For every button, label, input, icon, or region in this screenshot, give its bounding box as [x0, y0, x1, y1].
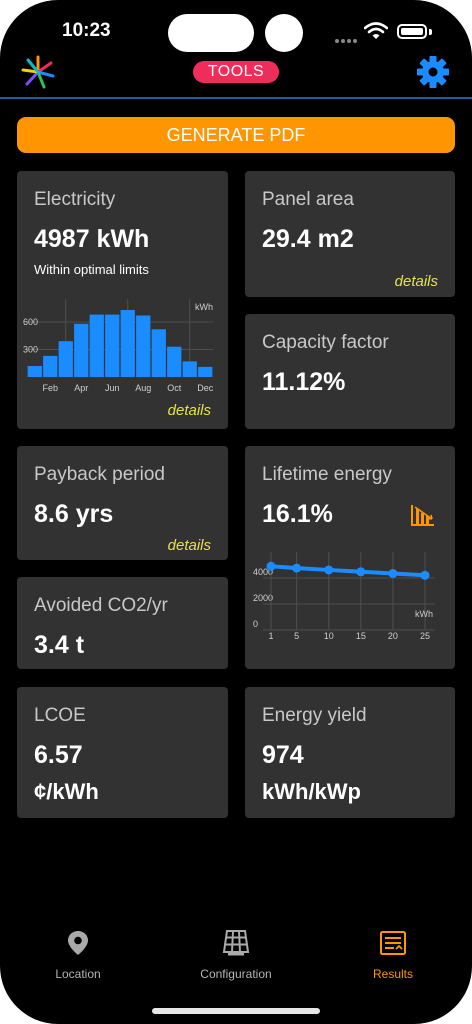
- lifetime-energy-chart: 0200040001 5 10 15 20 25kWh: [253, 552, 435, 641]
- x-tick-label: Oct: [167, 383, 182, 393]
- dynamic-island-camera: [265, 14, 303, 52]
- electricity-chart: 300 600 Feb Apr Jun Aug Oct Dec kWh: [23, 299, 214, 393]
- card-title: LCOE: [34, 705, 86, 726]
- x-tick-label: 5: [294, 631, 299, 641]
- card-title: Avoided CO2/yr: [34, 595, 168, 616]
- battery-icon: [397, 24, 427, 39]
- status-time: 10:23: [62, 20, 111, 41]
- x-tick-label: Aug: [135, 383, 151, 393]
- x-tick-label: 15: [356, 631, 366, 641]
- chart-bar: [198, 366, 213, 377]
- card-value: 4987 kWh: [34, 225, 150, 253]
- cellular-icon: [335, 30, 359, 48]
- chart-bar: [120, 310, 135, 377]
- electricity-card[interactable]: Electricity 4987 kWh Within optimal limi…: [17, 171, 228, 429]
- tools-badge[interactable]: TOOLS: [193, 61, 279, 83]
- card-unit: ¢/kWh: [34, 779, 99, 804]
- tab-location[interactable]: Location: [23, 930, 133, 981]
- tab-label: Results: [372, 967, 413, 981]
- chart-bar: [43, 355, 58, 377]
- chart-bar: [182, 361, 197, 377]
- chart-bar: [136, 315, 151, 377]
- dynamic-island: [168, 14, 254, 52]
- lcoe-card[interactable]: LCOE 6.57 ¢/kWh: [17, 687, 228, 818]
- phone-screen: 10:23 TOOLS GENERATE PDF Electricity 498…: [0, 0, 472, 1024]
- details-link[interactable]: details: [395, 273, 438, 290]
- x-tick-label: Feb: [42, 383, 58, 393]
- card-value: 11.12%: [262, 368, 346, 396]
- x-tick-label: 1: [268, 631, 273, 641]
- x-tick-label: Apr: [74, 383, 88, 393]
- chart-bar: [58, 341, 73, 377]
- x-tick-label: 10: [324, 631, 334, 641]
- tab-bar: Location Configuration Results: [0, 930, 472, 1000]
- y-tick-label: 300: [23, 344, 38, 354]
- header-divider: [0, 97, 472, 99]
- y-tick-label: 600: [23, 317, 38, 327]
- x-tick-label: 20: [388, 631, 398, 641]
- x-tick-label: Dec: [197, 383, 214, 393]
- card-value: 16.1%: [262, 500, 333, 528]
- x-tick-label: 25: [420, 631, 430, 641]
- lifetime-energy-card[interactable]: Lifetime energy 16.1% 0 2000 4000 1 5 10 15 20 2…: [245, 446, 455, 669]
- chart-bar: [27, 365, 42, 377]
- gear-icon[interactable]: [416, 55, 450, 89]
- details-link[interactable]: details: [168, 537, 211, 554]
- wifi-icon: [364, 22, 388, 39]
- x-tick-label: Jun: [105, 383, 120, 393]
- card-value: 6.57: [34, 741, 83, 769]
- card-value: 974: [262, 741, 304, 769]
- data-point: [420, 570, 430, 580]
- data-point: [266, 561, 276, 571]
- chart-bar: [167, 346, 182, 377]
- tab-configuration[interactable]: Configuration: [181, 930, 291, 981]
- data-point: [388, 568, 398, 578]
- data-point: [292, 563, 302, 573]
- app-logo-icon: [21, 55, 55, 89]
- energy-yield-card[interactable]: Energy yield 974 kWh/kWp: [245, 687, 455, 818]
- map-pin-icon: [68, 931, 88, 955]
- card-title: Lifetime energy: [262, 464, 392, 485]
- card-unit: kWh/kWp: [262, 779, 361, 804]
- capacity-factor-card[interactable]: Capacity factor 11.12%: [245, 314, 455, 429]
- data-point: [324, 565, 334, 575]
- card-title: Capacity factor: [262, 332, 389, 353]
- card-title: Panel area: [262, 189, 354, 210]
- battery-tip: [429, 29, 432, 35]
- card-value: 8.6 yrs: [34, 500, 114, 528]
- avoided-co2-card[interactable]: Avoided CO2/yr 3.4 t: [17, 577, 228, 669]
- generate-pdf-button[interactable]: GENERATE PDF: [17, 117, 455, 153]
- details-link[interactable]: details: [168, 402, 211, 419]
- tab-label: Configuration: [200, 967, 272, 981]
- solar-panel-icon: [222, 930, 250, 956]
- axis-unit-label: kWh: [195, 302, 213, 312]
- chart-bar: [105, 314, 120, 377]
- data-point: [356, 567, 366, 577]
- home-indicator: [152, 1008, 320, 1014]
- results-report-icon: [380, 931, 406, 955]
- axis-unit-label: kWh: [415, 609, 433, 619]
- card-title: Electricity: [34, 189, 116, 210]
- y-tick-label: 0: [253, 619, 258, 629]
- payback-period-card[interactable]: Payback period 8.6 yrs details: [17, 446, 228, 560]
- card-value: 3.4 t: [34, 631, 85, 659]
- tab-results[interactable]: Results: [338, 930, 448, 981]
- y-tick-label: 2000: [253, 593, 273, 603]
- panel-area-card[interactable]: Panel area 29.4 m2 details: [245, 171, 455, 297]
- card-title: Payback period: [34, 464, 165, 485]
- card-title: Energy yield: [262, 705, 367, 726]
- card-value: 29.4 m2: [262, 225, 354, 253]
- chart-bar: [151, 329, 166, 377]
- chart-bar: [89, 314, 104, 377]
- tab-label: Location: [55, 967, 101, 981]
- declining-chart-icon[interactable]: [410, 503, 436, 527]
- card-note: Within optimal limits: [34, 262, 149, 277]
- chart-bar: [74, 323, 89, 377]
